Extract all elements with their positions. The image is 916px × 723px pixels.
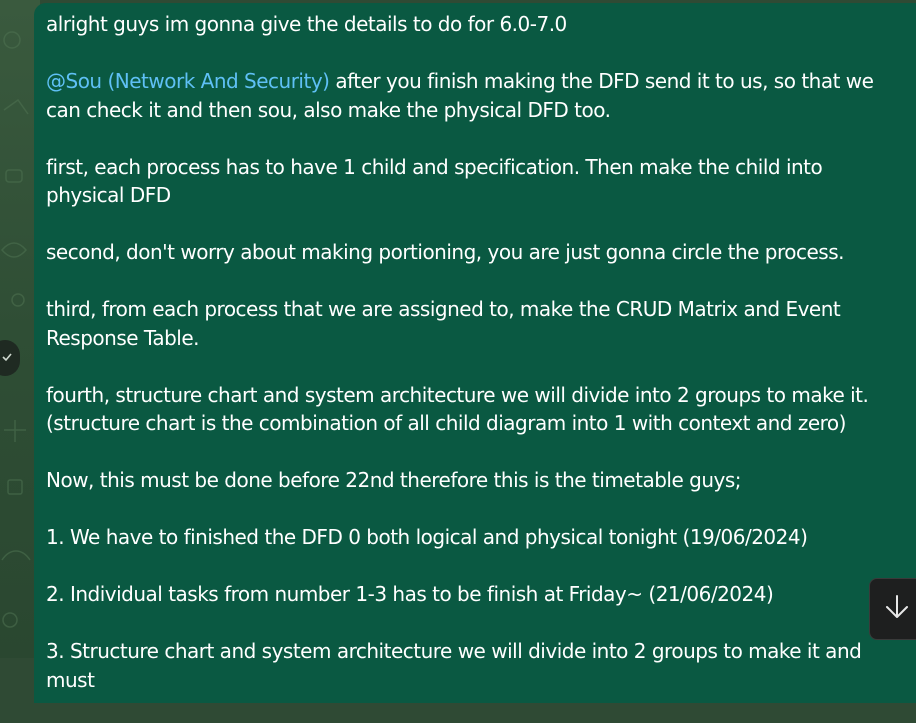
message-third: third, from each process that we are ass… — [46, 297, 841, 350]
message-first: first, each process has to have 1 child … — [46, 154, 823, 208]
message-step-2: 2. Individual tasks from number 1-3 has … — [46, 582, 774, 606]
message-mention-paragraph: @Sou (Network And Security) after you fi… — [46, 67, 906, 124]
message-intro: alright guys im gonna give the details t… — [46, 12, 567, 36]
message-step-1: 1. We have to finished the DFD 0 both lo… — [46, 525, 808, 549]
message-fourth: fourth, structure chart and system archi… — [46, 382, 869, 436]
check-icon — [2, 352, 12, 365]
message-step-3: 3. Structure chart and system architectu… — [46, 639, 862, 692]
user-mention-link[interactable]: @Sou (Network And Security) — [46, 69, 330, 93]
message-second: second, don't worry about making portion… — [46, 240, 845, 264]
message-text: alright guys im gonna give the details t… — [46, 10, 906, 723]
scroll-to-bottom-button[interactable] — [869, 578, 916, 640]
message-now: Now, this must be done before 22nd there… — [46, 468, 742, 492]
arrow-down-icon — [884, 593, 910, 625]
